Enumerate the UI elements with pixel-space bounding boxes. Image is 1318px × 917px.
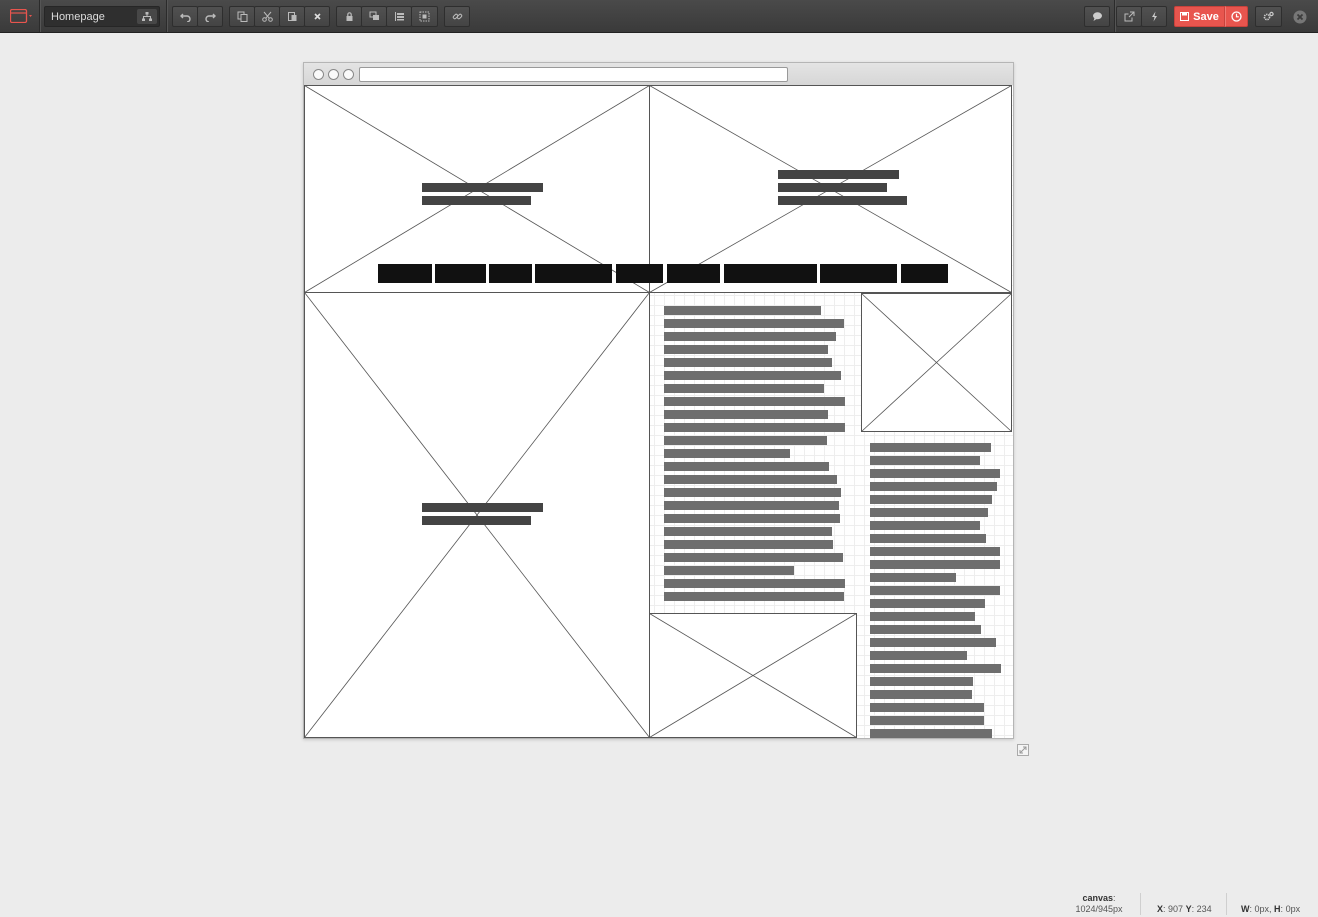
select-icon [419, 11, 430, 22]
image-placeholder-large[interactable] [304, 292, 650, 738]
x-label: X [1157, 904, 1164, 914]
close-icon[interactable] [1293, 10, 1307, 29]
paste-button[interactable] [279, 6, 305, 27]
history-icon [1231, 11, 1242, 22]
y-value: 234 [1196, 904, 1212, 914]
copy-icon [237, 11, 247, 22]
nav-item [724, 264, 817, 283]
main-toolbar: Homepage Save [0, 0, 1318, 33]
nav-item [820, 264, 897, 283]
window-dot [313, 69, 324, 80]
undo-icon [179, 13, 191, 22]
group-button[interactable] [361, 6, 387, 27]
lock-icon [346, 12, 352, 21]
browser-frame[interactable] [303, 62, 1014, 739]
link-button[interactable] [444, 6, 470, 27]
image-placeholder-thumb-right[interactable] [861, 293, 1012, 432]
redo-button[interactable] [197, 6, 223, 27]
redo-icon [204, 13, 216, 22]
save-label: Save [1193, 10, 1219, 23]
w-value: 0px [1254, 904, 1270, 914]
paragraph-text-right[interactable] [870, 443, 1001, 738]
delete-button[interactable] [304, 6, 330, 27]
align-button[interactable] [386, 6, 412, 27]
cut-button[interactable] [254, 6, 280, 27]
select-button[interactable] [411, 6, 438, 27]
group-icon [369, 11, 379, 20]
browser-title-bar [304, 63, 1013, 86]
window-icon[interactable] [9, 8, 32, 28]
canvas-size: 1024/945px [1075, 904, 1123, 914]
sitemap-icon[interactable] [137, 9, 157, 24]
export-icon [1124, 11, 1134, 22]
export-button[interactable] [1116, 6, 1142, 27]
wireframe-canvas[interactable] [304, 85, 1013, 738]
delete-icon [313, 13, 321, 20]
nav-item [616, 264, 663, 283]
cursor-position: X: 907 Y: 234 [1157, 904, 1212, 914]
nav-item [901, 264, 948, 283]
paste-icon [287, 12, 296, 21]
nav-item [667, 264, 720, 283]
flash-button[interactable] [1141, 6, 1167, 27]
flash-icon [1151, 11, 1157, 22]
h-label: H [1274, 904, 1281, 914]
wireframe-drawing [304, 85, 1012, 738]
page-selector[interactable]: Homepage [44, 6, 160, 27]
page-name: Homepage [51, 11, 105, 23]
cut-icon [261, 11, 273, 22]
h-value: 0px [1285, 904, 1301, 914]
toolbar-separator [39, 0, 41, 32]
x-value: 907 [1168, 904, 1184, 914]
paragraph-text-center[interactable] [664, 306, 845, 601]
selection-size: W: 0px, H: 0px [1241, 904, 1301, 914]
window-dot [343, 69, 354, 80]
undo-button[interactable] [172, 6, 198, 27]
settings-icon [1263, 11, 1274, 21]
align-icon [394, 12, 404, 21]
window-dot [328, 69, 339, 80]
copy-button[interactable] [229, 6, 255, 27]
nav-item [378, 264, 432, 283]
canvas-size-info: canvas: 1024/945px [1075, 893, 1123, 914]
y-label: Y [1185, 904, 1192, 914]
history-button[interactable] [1225, 6, 1248, 27]
status-separator [1140, 893, 1141, 915]
navigation-bar[interactable] [378, 264, 948, 283]
comment-icon [1092, 12, 1102, 21]
resize-canvas-icon[interactable] [1017, 743, 1029, 761]
link-icon [452, 13, 462, 20]
save-button[interactable]: Save [1174, 6, 1225, 27]
floppy-icon [1180, 12, 1190, 21]
image-placeholder-bottom[interactable] [649, 613, 857, 738]
canvas-label: canvas [1082, 893, 1113, 903]
lock-button[interactable] [336, 6, 362, 27]
status-separator [1226, 893, 1227, 915]
nav-item [535, 264, 612, 283]
nav-item [489, 264, 532, 283]
nav-item [435, 264, 486, 283]
comments-button[interactable] [1084, 6, 1110, 27]
toolbar-separator [166, 0, 168, 32]
url-bar[interactable] [359, 67, 788, 82]
settings-button[interactable] [1255, 6, 1282, 27]
w-label: W [1241, 904, 1250, 914]
